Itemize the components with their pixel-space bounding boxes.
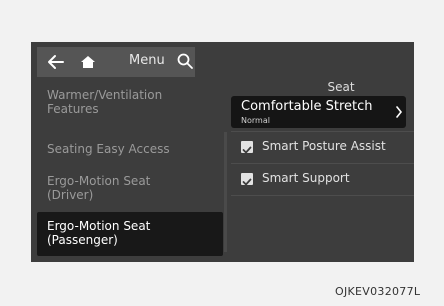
left-menu-item-label: Ergo-Motion Seat: [47, 174, 151, 188]
menu-button[interactable]: Menu: [129, 53, 165, 68]
home-icon[interactable]: [77, 52, 99, 72]
left-menu-item-label: Seating Easy Access: [47, 142, 170, 156]
comfortable-stretch-label: Comfortable Stretch: [241, 99, 373, 114]
navigation-bar: Menu: [37, 47, 195, 77]
left-menu: Warmer/Ventilation Features Seating Easy…: [31, 82, 226, 262]
smart-support-item[interactable]: Smart Support: [231, 164, 414, 194]
search-icon[interactable]: [174, 50, 196, 72]
checkmark-icon: [242, 146, 252, 154]
left-menu-item-label: Features: [47, 102, 99, 116]
smart-posture-assist-label: Smart Posture Assist: [262, 139, 386, 153]
left-menu-item-seating-easy-access[interactable]: Seating Easy Access: [37, 142, 223, 156]
left-menu-item-label: Warmer/Ventilation: [47, 88, 163, 102]
comfortable-stretch-item[interactable]: Comfortable Stretch Normal: [231, 96, 406, 128]
panel-title: Seat: [327, 80, 355, 94]
chevron-right-icon: [396, 106, 403, 118]
image-code: OJKEV032077L: [335, 285, 421, 298]
checkmark-icon: [242, 178, 252, 186]
smart-posture-assist-item[interactable]: Smart Posture Assist: [231, 132, 414, 162]
left-menu-item-label: Ergo-Motion Seat: [47, 219, 151, 233]
comfortable-stretch-value: Normal: [241, 116, 270, 125]
back-arrow-icon[interactable]: [45, 52, 67, 72]
smart-support-label: Smart Support: [262, 171, 350, 185]
left-menu-item-warmer-ventilation[interactable]: Warmer/Ventilation Features: [37, 88, 223, 116]
smart-support-checkbox[interactable]: [241, 173, 253, 186]
scrollbar[interactable]: [224, 132, 227, 252]
seat-settings-list: Comfortable Stretch Normal Smart Posture…: [231, 96, 414, 258]
divider: [231, 195, 414, 196]
infotainment-screen: Menu Seat Warmer/Ventilation Features Se…: [31, 42, 414, 262]
top-bar: Menu: [31, 42, 414, 82]
smart-posture-assist-checkbox[interactable]: [241, 141, 253, 154]
left-menu-item-label: (Driver): [47, 188, 94, 202]
left-menu-item-label: (Passenger): [47, 233, 118, 247]
left-menu-item-ergo-motion-driver[interactable]: Ergo-Motion Seat (Driver): [37, 174, 223, 202]
left-menu-item-ergo-motion-passenger[interactable]: Ergo-Motion Seat (Passenger): [37, 212, 223, 256]
